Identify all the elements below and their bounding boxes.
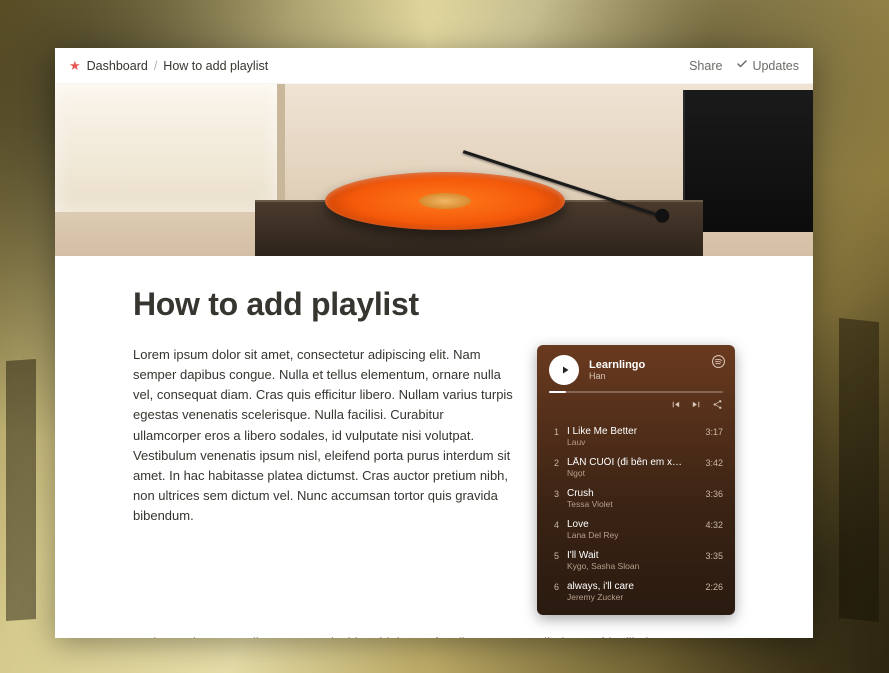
track-index: 1 <box>549 426 559 437</box>
top-bar: ★ Dashboard / How to add playlist Share … <box>55 48 813 84</box>
player-header: Learnlingo Han <box>537 345 735 391</box>
share-button[interactable]: Share <box>689 59 722 73</box>
track-title: I Like Me Better <box>567 426 685 437</box>
track-index: 5 <box>549 550 559 561</box>
track-artist: Tessa Violet <box>567 499 685 509</box>
updates-label: Updates <box>752 59 799 73</box>
track-row[interactable]: 1 I Like Me BetterLauv 3:17 <box>537 421 735 452</box>
play-button[interactable] <box>549 355 579 385</box>
share-icon[interactable] <box>712 399 723 413</box>
track-index: 2 <box>549 457 559 468</box>
track-title: always, i'll care <box>567 581 685 592</box>
body-paragraph-1: Lorem ipsum dolor sit amet, consectetur … <box>133 345 515 526</box>
track-row[interactable]: 4 LoveLana Del Rey 4:32 <box>537 514 735 545</box>
track-list: 1 I Like Me BetterLauv 3:17 2 LẦN CUỐI (đi b… <box>537 419 735 615</box>
page-content: How to add playlist Lorem ipsum dolor si… <box>55 256 813 638</box>
breadcrumb-separator: / <box>154 59 157 73</box>
breadcrumb-current[interactable]: How to add playlist <box>163 59 268 73</box>
track-row[interactable]: 3 CrushTessa Violet 3:36 <box>537 483 735 514</box>
track-duration: 3:17 <box>693 426 723 437</box>
playlist-owner: Han <box>589 371 723 381</box>
track-duration: 3:35 <box>693 550 723 561</box>
document-page: ★ Dashboard / How to add playlist Share … <box>55 48 813 638</box>
track-title: Crush <box>567 488 685 499</box>
track-duration: 4:32 <box>693 519 723 530</box>
track-artist: Ngọt <box>567 468 685 478</box>
next-track-button[interactable] <box>691 399 702 413</box>
top-actions: Share Updates <box>689 58 799 73</box>
check-icon <box>736 58 748 73</box>
track-title: I'll Wait <box>567 550 685 561</box>
track-duration: 3:42 <box>693 457 723 468</box>
page-title: How to add playlist <box>133 286 735 323</box>
track-duration: 2:26 <box>693 581 723 592</box>
track-row[interactable]: 6 always, i'll careJeremy Zucker 2:26 <box>537 576 735 607</box>
breadcrumb-root[interactable]: Dashboard <box>87 59 148 73</box>
playlist-title: Learnlingo <box>589 359 723 371</box>
prev-track-button[interactable] <box>670 399 681 413</box>
page-icon: ★ <box>69 59 81 72</box>
body-paragraph-2: Proin erat justo, condimentum eu tincidu… <box>133 633 735 638</box>
track-index: 6 <box>549 581 559 592</box>
track-index: 4 <box>549 519 559 530</box>
breadcrumb: ★ Dashboard / How to add playlist <box>69 59 268 73</box>
track-title: Love <box>567 519 685 530</box>
track-artist: Lana Del Rey <box>567 530 685 540</box>
track-row[interactable]: 2 LẦN CUỐI (đi bên em xót xa…Ngọt 3:42 <box>537 452 735 483</box>
updates-button[interactable]: Updates <box>736 58 799 73</box>
cover-image <box>55 84 813 256</box>
spotify-icon <box>712 355 725 371</box>
track-duration: 3:36 <box>693 488 723 499</box>
track-row[interactable]: 5 I'll WaitKygo, Sasha Sloan 3:35 <box>537 545 735 576</box>
track-index: 3 <box>549 488 559 499</box>
spotify-embed[interactable]: Learnlingo Han 1 I Like Me BetterLauv 3:17… <box>537 345 735 615</box>
play-icon <box>559 364 571 376</box>
track-title: LẦN CUỐI (đi bên em xót xa… <box>567 457 685 468</box>
track-artist: Kygo, Sasha Sloan <box>567 561 685 571</box>
track-artist: Lauv <box>567 437 685 447</box>
track-artist: Jeremy Zucker <box>567 592 685 602</box>
